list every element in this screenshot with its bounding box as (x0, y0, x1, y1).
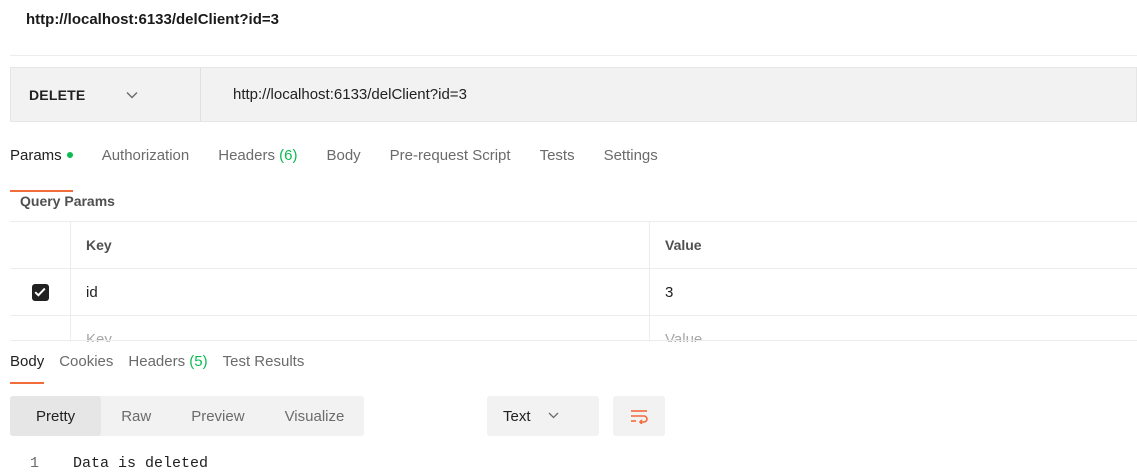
url-input[interactable] (201, 68, 1136, 121)
divider (10, 55, 1137, 56)
tab-headers[interactable]: Headers (6) (218, 146, 297, 180)
response-tab-headers-count: (5) (189, 353, 208, 370)
wrap-lines-icon (631, 410, 648, 424)
response-tab-cookies-label: Cookies (59, 353, 114, 370)
format-select[interactable]: Text (487, 396, 599, 436)
tab-authorization-label: Authorization (101, 147, 190, 164)
method-select[interactable]: DELETE (11, 68, 201, 121)
request-title: http://localhost:6133/delClient?id=3 (26, 11, 279, 28)
table-row: id 3 (10, 269, 1137, 316)
tab-settings[interactable]: Settings (604, 146, 658, 180)
response-tabs: Body Cookies Headers (5) Test Results (10, 352, 319, 384)
tab-headers-count: (6) (279, 147, 298, 164)
query-params-heading: Query Params (20, 193, 115, 209)
param-value-cell[interactable]: 3 (650, 269, 1137, 315)
row-checkbox-cell (10, 269, 71, 315)
wrap-lines-button[interactable] (613, 396, 665, 436)
tab-headers-label: Headers (218, 147, 275, 164)
chevron-down-icon (126, 88, 138, 102)
view-preview-button[interactable]: Preview (171, 396, 264, 436)
tab-pre-request-script[interactable]: Pre-request Script (390, 146, 511, 180)
checkbox-column-header (10, 222, 71, 268)
new-row-checkbox-cell (10, 316, 71, 342)
key-column-header: Key (71, 222, 650, 268)
view-raw-button[interactable]: Raw (101, 396, 171, 436)
request-bar: DELETE (10, 67, 1137, 122)
row-checkbox[interactable] (31, 283, 49, 301)
method-label: DELETE (29, 86, 86, 103)
response-line: Data is deleted (73, 455, 209, 472)
tab-pre-request-script-label: Pre-request Script (389, 147, 511, 164)
tab-authorization[interactable]: Authorization (102, 146, 190, 180)
response-tab-body[interactable]: Body (10, 352, 45, 384)
tab-body[interactable]: Body (326, 146, 360, 180)
view-pretty-button[interactable]: Pretty (10, 396, 102, 436)
response-tab-test-results-label: Test Results (222, 353, 305, 370)
tab-params-label: Params (10, 147, 62, 164)
value-column-header: Value (665, 237, 702, 253)
response-tab-body-label: Body (10, 353, 45, 370)
tab-tests[interactable]: Tests (540, 146, 575, 180)
table-row-new: Key Value (10, 316, 1137, 342)
response-tab-headers-label: Headers (128, 353, 186, 370)
view-mode-toggle: Pretty Raw Preview Visualize (10, 396, 365, 436)
response-tab-headers[interactable]: Headers (5) (128, 352, 207, 372)
chevron-down-icon (548, 410, 559, 422)
response-divider (10, 340, 1137, 341)
new-value-input[interactable]: Value (650, 316, 1137, 343)
response-tab-cookies[interactable]: Cookies (59, 352, 113, 372)
tab-body-label: Body (326, 147, 361, 164)
request-tabs: Params Authorization Headers (6) Body Pr… (10, 146, 687, 192)
format-label: Text (503, 407, 531, 425)
view-visualize-button[interactable]: Visualize (265, 396, 365, 436)
response-tab-test-results[interactable]: Test Results (223, 352, 305, 372)
checkmark-icon (34, 287, 46, 297)
table-header-row: Key Value (10, 222, 1137, 269)
tab-settings-label: Settings (603, 147, 658, 164)
line-number: 1 (30, 455, 40, 472)
tab-params[interactable]: Params (10, 146, 73, 192)
tab-tests-label: Tests (539, 147, 575, 164)
param-key-cell[interactable]: id (71, 269, 650, 315)
new-key-input[interactable]: Key (71, 316, 650, 342)
params-active-dot-icon (66, 152, 73, 159)
query-params-table: Key Value id 3 Key Value (10, 221, 1137, 342)
